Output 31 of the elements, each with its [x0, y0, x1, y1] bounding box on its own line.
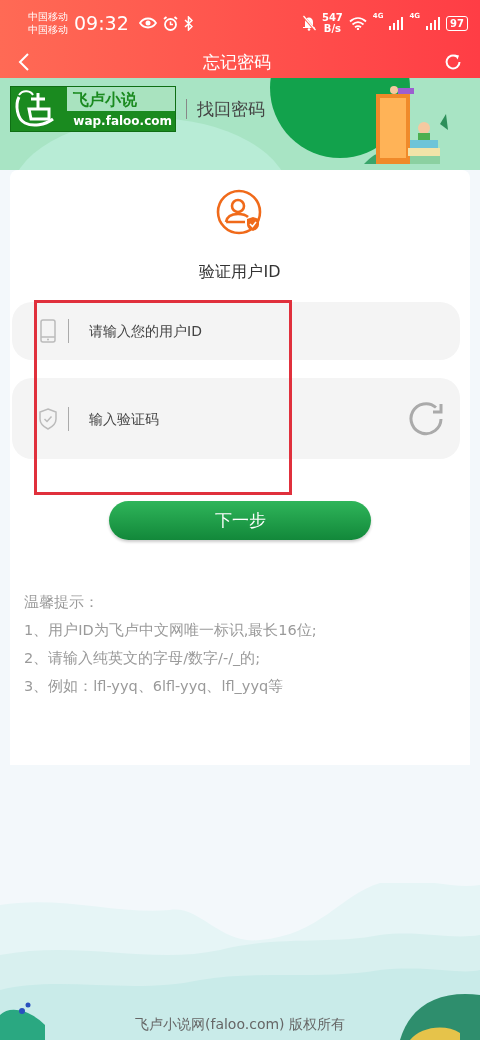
tip-text: 3、例如：lfl-yyq、6lfl-yyq、lfl_yyq等: [24, 677, 285, 696]
shield-icon: [38, 406, 58, 431]
card-title: 验证用户ID: [198, 262, 282, 282]
muted-bell-icon: [301, 15, 316, 31]
alarm-icon: [162, 15, 178, 31]
refresh-icon[interactable]: [444, 53, 462, 71]
copyright-text: 飞卢小说网(faloo.com) 版权所有: [135, 1016, 345, 1032]
carrier-label: 中国移动: [28, 23, 68, 36]
phone-icon: [38, 319, 58, 343]
wifi-icon: [348, 16, 367, 30]
signal-icon: [389, 16, 404, 30]
page-title: 忘记密码: [203, 50, 271, 74]
bluetooth-icon: [183, 15, 193, 31]
user-id-input[interactable]: 请输入您的用户ID: [87, 322, 446, 340]
tip-text: 1、用户ID为飞卢中文网唯一标识,最长16位;: [24, 621, 318, 640]
speed-unit: B/s: [323, 23, 341, 34]
tips-title: 温馨提示：: [24, 593, 100, 612]
section-title: 找回密码: [197, 97, 265, 121]
carrier-label: 中国移动: [28, 10, 68, 23]
signal-icon: [426, 16, 441, 30]
tip-text: 2、请输入纯英文的字母/数字/-/_的;: [24, 649, 262, 668]
back-icon[interactable]: [18, 53, 30, 71]
logo-name: 飞卢小说: [67, 87, 175, 111]
clock: 09:32: [74, 12, 129, 34]
next-button[interactable]: 下一步: [109, 501, 371, 540]
logo-url: wap.faloo.com: [72, 113, 173, 130]
captcha-input[interactable]: 输入验证码: [87, 409, 408, 428]
eye-icon: [138, 17, 157, 29]
refresh-icon[interactable]: [408, 400, 446, 437]
battery-level: 97: [446, 15, 468, 31]
speed-value: 547: [321, 12, 343, 23]
